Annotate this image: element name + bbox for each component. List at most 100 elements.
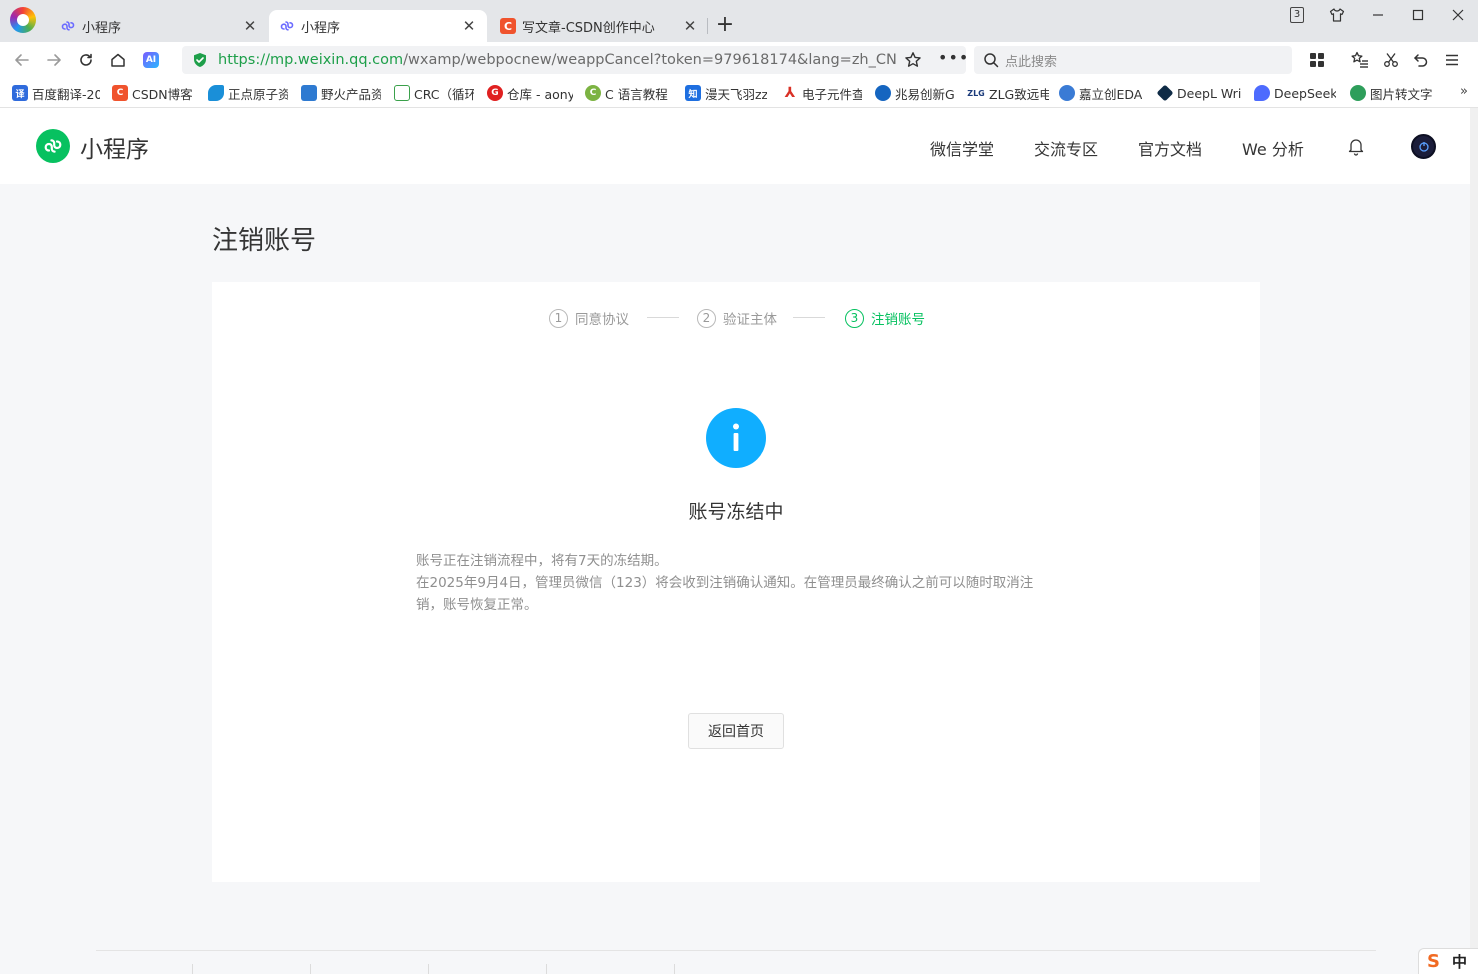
miniprogram-favicon-icon [279, 18, 295, 34]
nav-docs[interactable]: 官方文档 [1138, 136, 1202, 160]
menu-icon[interactable] [1442, 50, 1462, 70]
forward-arrow-icon[interactable] [42, 48, 66, 72]
address-bar[interactable]: https://mp.weixin.qq.com/wxamp/webpocnew… [182, 46, 966, 74]
site-logo-text[interactable]: 小程序 [80, 130, 149, 164]
description-line: 账号正在注销流程中，将有7天的冻结期。 [416, 553, 668, 569]
bookmark-item[interactable]: 兆易创新GI [875, 84, 955, 102]
miniprogram-logo-icon[interactable] [36, 129, 70, 163]
footer-separator [428, 964, 429, 974]
step-cancel-account: 3 注销账号 [845, 308, 925, 328]
nav-community[interactable]: 交流专区 [1034, 136, 1098, 160]
bookmark-favicon-icon [1157, 84, 1174, 102]
step-connector [647, 317, 679, 318]
browser-toolbar: AI https://mp.weixin.qq.com/wxamp/webpoc… [0, 42, 1478, 78]
bookmark-item[interactable]: DeepL Writ [1157, 84, 1241, 102]
bookmark-item[interactable]: 知漫天飞羽zz [685, 84, 767, 102]
apps-grid-icon[interactable] [1307, 50, 1327, 70]
bookmark-favicon-icon: C [585, 85, 601, 101]
tab-count-button[interactable]: 3 [1286, 4, 1308, 26]
bookmark-item[interactable]: 正点原子资 [208, 84, 288, 102]
step-verify-entity: 2 验证主体 [697, 308, 777, 328]
maximize-icon[interactable] [1407, 4, 1429, 26]
avatar[interactable] [1411, 134, 1436, 159]
bookmarks-overflow-icon[interactable]: » [1460, 84, 1468, 99]
close-tab-icon[interactable]: ✕ [682, 17, 698, 35]
url-host: https://mp.weixin.qq.com [218, 52, 404, 68]
browser-logo-icon[interactable] [10, 7, 36, 33]
search-icon [983, 52, 999, 72]
bookmark-item[interactable]: CRC（循环 [394, 84, 474, 102]
page-scrollbar[interactable] [1470, 108, 1478, 974]
footer-divider [96, 950, 1376, 951]
bookmark-favicon-icon: C [112, 85, 128, 101]
bookmark-item[interactable]: G 仓库 - aony [487, 84, 573, 102]
bookmark-item[interactable]: C CSDN博客 [112, 84, 192, 102]
bookmark-favicon-icon: ZLG [967, 85, 985, 101]
new-tab-button[interactable]: + [714, 14, 736, 36]
browser-tab-2[interactable]: 小程序 ✕ [269, 10, 487, 42]
bell-icon[interactable] [1346, 136, 1366, 160]
favorites-list-icon[interactable] [1350, 50, 1370, 70]
bookmark-item[interactable]: 图片转文字 [1350, 84, 1432, 102]
step-number: 1 [549, 308, 568, 328]
ime-indicator[interactable]: S 中 [1418, 948, 1478, 974]
ai-assistant-icon[interactable]: AI [143, 52, 159, 68]
footer-separator [674, 964, 675, 974]
window-close-icon[interactable] [1447, 4, 1469, 26]
csdn-favicon-icon: C [500, 18, 516, 34]
scissors-icon[interactable] [1381, 50, 1401, 70]
nav-we-analytics[interactable]: We 分析 [1242, 136, 1304, 160]
back-to-home-button[interactable]: 返回首页 [688, 713, 784, 749]
step-number: 3 [845, 308, 864, 328]
tab-count-badge: 3 [1290, 7, 1304, 23]
bookmark-item[interactable]: DeepSeek [1254, 84, 1336, 102]
tab-title: 写文章-CSDN创作中心 [522, 20, 655, 36]
bookmark-favicon-icon [301, 85, 317, 101]
tab-title: 小程序 [301, 20, 341, 36]
reload-icon[interactable] [74, 48, 98, 72]
bookmark-favicon-icon: 知 [685, 85, 701, 101]
bookmark-favicon-icon [208, 85, 224, 101]
bookmark-item[interactable]: CC 语言教程 [585, 84, 671, 102]
step-label: 同意协议 [575, 312, 629, 328]
bookmark-item[interactable]: ⅄ 电子元件查 [782, 84, 862, 102]
nav-weixin-academy[interactable]: 微信学堂 [930, 136, 994, 160]
bookmarks-bar: 译百度翻译-20 C CSDN博客 正点原子资 野火产品资 CRC（循环 G 仓库 … [0, 78, 1478, 108]
browser-tab-1[interactable]: 小程序 ✕ [50, 10, 268, 42]
bookmark-favicon-icon [1254, 85, 1270, 101]
home-icon[interactable] [106, 48, 130, 72]
step-number: 2 [697, 308, 716, 328]
secure-shield-icon[interactable] [192, 52, 208, 72]
bookmark-item[interactable]: 嘉立创EDA [1059, 84, 1143, 102]
footer-separator [192, 964, 193, 974]
footer-separator [310, 964, 311, 974]
bookmark-favicon-icon: G [487, 85, 503, 101]
status-title: 账号冻结中 [688, 501, 784, 523]
page-title: 注销账号 [212, 226, 317, 256]
step-label: 注销账号 [871, 312, 925, 328]
browser-tab-strip: 小程序 ✕ 小程序 ✕ C 写文章-CSDN创作中心 ✕ + 3 [0, 0, 1478, 42]
close-tab-icon[interactable]: ✕ [242, 17, 258, 35]
skin-shirt-icon[interactable] [1326, 4, 1348, 26]
back-arrow-icon[interactable] [10, 48, 34, 72]
undo-icon[interactable] [1411, 50, 1431, 70]
search-input[interactable]: 点此搜索 [974, 46, 1292, 74]
step-agree-terms: 1 同意协议 [549, 308, 629, 328]
browser-tab-3[interactable]: C 写文章-CSDN创作中心 ✕ [490, 10, 708, 42]
bookmark-favicon-icon [394, 85, 410, 101]
bookmark-item[interactable]: 野火产品资 [301, 84, 381, 102]
bookmark-favicon-icon: 译 [12, 85, 28, 101]
close-tab-icon[interactable]: ✕ [461, 17, 477, 35]
site-header: 小程序 微信学堂 交流专区 官方文档 We 分析 [0, 108, 1470, 184]
bookmark-item[interactable]: ZLG ZLG致远电 [967, 84, 1049, 102]
minimize-icon[interactable] [1367, 4, 1389, 26]
step-connector [793, 317, 825, 318]
bookmark-star-icon[interactable] [904, 51, 922, 73]
sogou-ime-icon: S [1427, 951, 1440, 972]
miniprogram-favicon-icon [60, 18, 76, 34]
search-placeholder: 点此搜索 [1005, 54, 1058, 70]
info-icon [706, 408, 766, 468]
more-dots-icon[interactable]: ••• [938, 48, 969, 67]
bookmark-favicon-icon [1059, 85, 1075, 101]
bookmark-item[interactable]: 译百度翻译-20 [12, 84, 100, 102]
